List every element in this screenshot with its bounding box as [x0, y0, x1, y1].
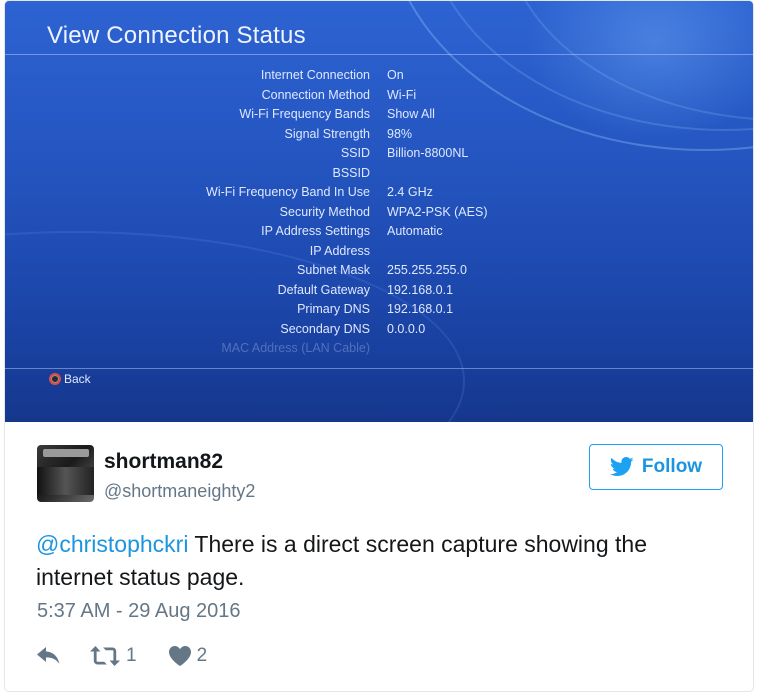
status-label: Wi-Fi Frequency Band In Use — [206, 185, 370, 199]
back-label: Back — [64, 372, 91, 386]
connection-status-list: Internet Connection On Connection Method… — [5, 66, 753, 359]
status-value: 0.0.0.0 — [387, 321, 426, 336]
status-label: BSSID — [332, 165, 370, 180]
author-handle[interactable]: @shortmaneighty2 — [104, 481, 255, 502]
mention-link[interactable]: @christophckri — [36, 531, 188, 557]
status-label: IP Address Settings — [261, 224, 370, 238]
retweet-button[interactable]: 1 — [90, 645, 137, 667]
status-row-ssid: SSID Billion-8800NL — [5, 144, 753, 164]
status-value: 98% — [387, 126, 413, 141]
screen-title: View Connection Status — [47, 22, 306, 49]
status-value: Billion-8800NL — [387, 146, 469, 160]
status-value: WPA2-PSK (AES) — [387, 204, 488, 219]
follow-label: Follow — [641, 456, 703, 477]
status-label: Subnet Mask — [297, 263, 370, 277]
circle-button-icon — [49, 373, 61, 385]
status-value: 255.255.255.0 — [387, 263, 467, 277]
follow-button[interactable]: Follow — [589, 444, 723, 490]
status-value: On — [387, 68, 404, 82]
avatar-detail — [43, 449, 89, 457]
status-label: Secondary DNS — [280, 321, 370, 336]
reply-icon — [37, 647, 61, 665]
footer-divider — [5, 368, 753, 369]
status-label: Connection Method — [261, 87, 370, 102]
status-value: Automatic — [387, 224, 443, 238]
tweet-text: @christophckri There is a direct screen … — [36, 528, 726, 594]
status-label: SSID — [340, 146, 370, 160]
status-row-connection-method: Connection Method Wi-Fi — [5, 86, 753, 106]
status-label: MAC Address (LAN Cable) — [221, 341, 370, 355]
status-row-default-gateway: Default Gateway 192.168.0.1 — [5, 281, 753, 301]
like-count: 2 — [196, 645, 208, 666]
status-row-secondary-dns: Secondary DNS 0.0.0.0 — [5, 320, 753, 340]
title-divider — [5, 54, 753, 55]
status-row-ip-address: IP Address — [5, 242, 753, 262]
author-display-name[interactable]: shortman82 — [104, 450, 223, 474]
embedded-tweet-card: View Connection Status Internet Connecti… — [4, 0, 754, 692]
tweet-timestamp[interactable]: 5:37 AM - 29 Aug 2016 — [37, 600, 241, 623]
status-row-security-method: Security Method WPA2-PSK (AES) — [5, 203, 753, 223]
twitter-bird-icon — [609, 457, 634, 477]
like-button[interactable]: 2 — [168, 645, 208, 667]
back-button[interactable]: Back — [49, 372, 91, 386]
reply-button[interactable] — [37, 647, 61, 665]
retweet-icon — [90, 646, 120, 666]
heart-icon — [168, 646, 191, 666]
status-value: 192.168.0.1 — [387, 302, 454, 316]
status-label: IP Address — [309, 243, 370, 258]
status-label: Wi-Fi Frequency Bands — [239, 107, 370, 121]
tweet-actions: 1 2 — [37, 643, 207, 669]
status-label: Default Gateway — [277, 282, 370, 297]
status-value: Show All — [387, 107, 435, 121]
status-value: 2.4 GHz — [387, 185, 433, 199]
status-row-internet-connection: Internet Connection On — [5, 66, 753, 86]
status-label: Primary DNS — [297, 302, 370, 316]
status-row-bssid: BSSID — [5, 164, 753, 184]
status-row-mac-address: MAC Address (LAN Cable) — [5, 339, 753, 359]
status-label: Security Method — [279, 204, 370, 219]
avatar[interactable] — [37, 445, 94, 502]
status-row-primary-dns: Primary DNS 192.168.0.1 — [5, 300, 753, 320]
tweet-media-screenshot[interactable]: View Connection Status Internet Connecti… — [5, 1, 753, 422]
status-label: Internet Connection — [260, 68, 370, 82]
status-row-wifi-frequency-bands: Wi-Fi Frequency Bands Show All — [5, 105, 753, 125]
status-value: Wi-Fi — [387, 87, 417, 102]
status-row-ip-address-settings: IP Address Settings Automatic — [5, 222, 753, 242]
retweet-count: 1 — [126, 645, 137, 666]
status-row-band-in-use: Wi-Fi Frequency Band In Use 2.4 GHz — [5, 183, 753, 203]
status-value: 192.168.0.1 — [387, 282, 454, 297]
avatar-detail — [37, 467, 94, 495]
status-label: Signal Strength — [284, 126, 370, 141]
status-row-subnet-mask: Subnet Mask 255.255.255.0 — [5, 261, 753, 281]
status-row-signal-strength: Signal Strength 98% — [5, 125, 753, 145]
